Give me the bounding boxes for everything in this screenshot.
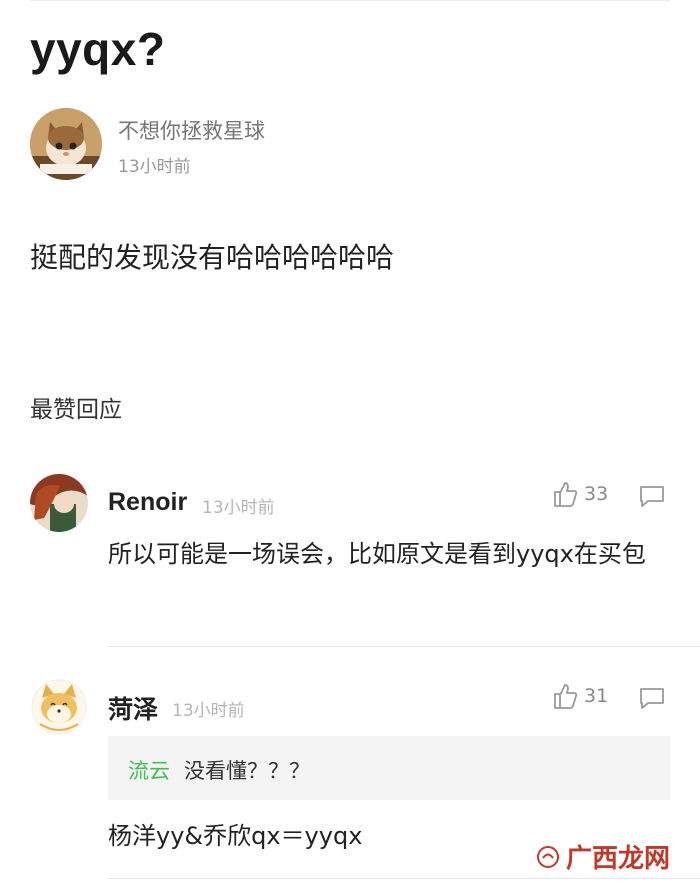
author-name[interactable]: 不想你拯救星球 bbox=[118, 115, 265, 145]
comment-avatar[interactable] bbox=[30, 474, 88, 532]
watermark-text: 广西龙网 bbox=[565, 844, 670, 874]
quoted-text: 没看懂？？？ bbox=[184, 759, 310, 783]
like-count: 31 bbox=[584, 685, 609, 707]
comment-timestamp: 13小时前 bbox=[202, 498, 275, 518]
thumbs-up-icon bbox=[554, 482, 578, 507]
shiba-avatar-icon bbox=[30, 678, 88, 736]
anime-avatar-icon bbox=[30, 474, 88, 532]
like-count: 33 bbox=[584, 483, 609, 505]
reply-button[interactable] bbox=[638, 686, 666, 714]
comment-timestamp: 13小时前 bbox=[172, 701, 245, 721]
post-timestamp: 13小时前 bbox=[118, 157, 191, 177]
comment-bubble-icon bbox=[640, 688, 664, 709]
section-heading-top-replies: 最赞回应 bbox=[30, 397, 122, 423]
quoted-reply[interactable]: 流云 没看懂？？？ bbox=[108, 736, 670, 800]
watermark: 广西龙网 bbox=[536, 838, 670, 875]
top-divider bbox=[30, 0, 670, 1]
page-title: yyqx? bbox=[30, 23, 166, 75]
reply-button[interactable] bbox=[638, 484, 666, 512]
like-button[interactable]: 31 bbox=[552, 682, 608, 710]
comment-author-name[interactable]: 菏泽 bbox=[108, 690, 158, 726]
like-button[interactable]: 33 bbox=[552, 480, 608, 508]
comment-divider bbox=[108, 878, 700, 879]
comment-avatar[interactable] bbox=[30, 678, 88, 736]
post-body: 挺配的发现没有哈哈哈哈哈哈 bbox=[30, 241, 395, 274]
watermark-logo-icon bbox=[536, 845, 559, 868]
author-avatar[interactable] bbox=[30, 108, 102, 180]
quoted-author-name[interactable]: 流云 bbox=[128, 755, 170, 785]
comment-divider bbox=[108, 646, 700, 647]
comment-bubble-icon bbox=[640, 486, 664, 507]
comment-text: 所以可能是一场误会，比如原文是看到yyqx在买包 bbox=[108, 540, 646, 568]
comment-author-name[interactable]: Renoir bbox=[108, 488, 187, 517]
cat-avatar-icon bbox=[30, 108, 102, 180]
thumbs-up-icon bbox=[554, 684, 578, 709]
